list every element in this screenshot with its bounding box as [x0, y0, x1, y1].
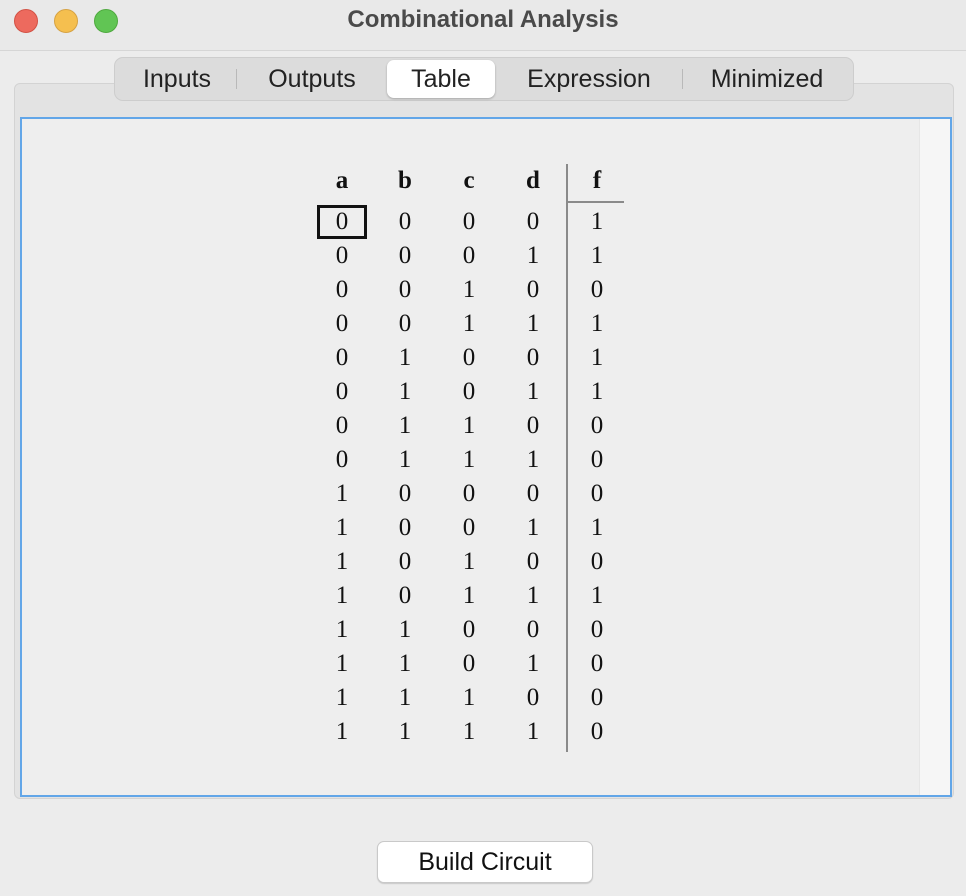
table-cell[interactable]: 0: [572, 715, 622, 749]
table-cell[interactable]: 0: [444, 375, 494, 409]
table-cell[interactable]: 0: [572, 409, 622, 443]
table-cell[interactable]: 1: [317, 511, 367, 545]
table-cell[interactable]: 1: [444, 715, 494, 749]
table-cell[interactable]: 0: [380, 477, 430, 511]
table-cell[interactable]: 0: [444, 205, 494, 239]
table-cell[interactable]: 0: [380, 307, 430, 341]
table-cell[interactable]: 0: [508, 545, 558, 579]
table-cell[interactable]: 0: [572, 545, 622, 579]
build-circuit-button[interactable]: Build Circuit: [377, 841, 593, 883]
column-header-d: d: [526, 167, 540, 194]
table-cell[interactable]: 1: [380, 341, 430, 375]
tab-minimized[interactable]: Minimized: [683, 60, 851, 98]
table-cell[interactable]: 1: [444, 579, 494, 613]
table-cell[interactable]: 0: [444, 613, 494, 647]
table-cell[interactable]: 0: [444, 341, 494, 375]
table-cell[interactable]: 0: [508, 409, 558, 443]
table-cell[interactable]: 0: [572, 613, 622, 647]
table-cell[interactable]: 1: [317, 477, 367, 511]
table-cell[interactable]: 0: [572, 443, 622, 477]
table-cell[interactable]: 1: [380, 443, 430, 477]
table-cell[interactable]: 0: [572, 273, 622, 307]
vertical-scrollbar[interactable]: [919, 119, 950, 795]
table-cell[interactable]: 1: [444, 307, 494, 341]
table-cell[interactable]: 0: [317, 375, 367, 409]
table-cell[interactable]: 0: [380, 205, 430, 239]
table-cell[interactable]: 0: [508, 681, 558, 715]
table-cell[interactable]: 0: [444, 647, 494, 681]
table-cell[interactable]: 1: [317, 681, 367, 715]
truth-table-panel: abcdf00001000110010000111010010101101100…: [20, 117, 952, 797]
column-header-f: f: [592, 167, 602, 194]
table-cell[interactable]: 1: [572, 205, 622, 239]
table-cell[interactable]: 0: [508, 273, 558, 307]
table-cell[interactable]: 1: [508, 647, 558, 681]
input-output-divider: [566, 164, 568, 752]
table-cell[interactable]: 1: [444, 681, 494, 715]
table-cell[interactable]: 0: [380, 273, 430, 307]
tab-inputs[interactable]: Inputs: [117, 60, 237, 98]
table-cell[interactable]: 1: [444, 545, 494, 579]
table-cell[interactable]: 1: [508, 579, 558, 613]
table-cell[interactable]: 1: [572, 511, 622, 545]
title-bar: Combinational Analysis: [0, 0, 966, 51]
table-cell[interactable]: 1: [317, 545, 367, 579]
table-cell[interactable]: 0: [444, 511, 494, 545]
table-cell[interactable]: 0: [317, 205, 367, 239]
table-cell[interactable]: 1: [508, 239, 558, 273]
table-cell[interactable]: 1: [444, 443, 494, 477]
table-cell[interactable]: 1: [444, 409, 494, 443]
column-header-a: a: [335, 167, 349, 194]
tab-bar: Inputs Outputs Table Expression Minimize…: [114, 57, 854, 101]
table-cell[interactable]: 0: [508, 341, 558, 375]
table-cell[interactable]: 0: [317, 307, 367, 341]
window-title: Combinational Analysis: [347, 6, 619, 33]
table-cell[interactable]: 1: [317, 579, 367, 613]
tab-expression[interactable]: Expression: [495, 60, 683, 98]
table-cell[interactable]: 1: [380, 715, 430, 749]
table-cell[interactable]: 0: [444, 477, 494, 511]
table-cell[interactable]: 0: [380, 239, 430, 273]
table-cell[interactable]: 0: [317, 443, 367, 477]
table-cell[interactable]: 1: [508, 715, 558, 749]
table-cell[interactable]: 0: [380, 511, 430, 545]
table-cell[interactable]: 0: [444, 239, 494, 273]
table-cell[interactable]: 0: [508, 477, 558, 511]
table-cell[interactable]: 0: [380, 579, 430, 613]
table-cell[interactable]: 0: [572, 681, 622, 715]
combinational-analysis-window: Combinational Analysis Inputs Outputs Ta…: [0, 0, 966, 896]
table-cell[interactable]: 0: [508, 205, 558, 239]
table-cell[interactable]: 1: [572, 239, 622, 273]
table-cell[interactable]: 0: [317, 409, 367, 443]
table-cell[interactable]: 1: [380, 647, 430, 681]
table-cell[interactable]: 1: [508, 511, 558, 545]
table-cell[interactable]: 1: [380, 681, 430, 715]
table-cell[interactable]: 1: [508, 443, 558, 477]
table-cell[interactable]: 1: [572, 375, 622, 409]
table-cell[interactable]: 1: [444, 273, 494, 307]
table-cell[interactable]: 0: [572, 647, 622, 681]
tab-outputs[interactable]: Outputs: [237, 60, 387, 98]
table-cell[interactable]: 1: [317, 715, 367, 749]
table-cell[interactable]: 1: [317, 613, 367, 647]
table-cell[interactable]: 1: [572, 579, 622, 613]
table-cell[interactable]: 0: [380, 545, 430, 579]
table-cell[interactable]: 1: [508, 375, 558, 409]
column-header-b: b: [398, 167, 412, 194]
output-header-underline: [566, 201, 624, 203]
table-cell[interactable]: 0: [508, 613, 558, 647]
table-cell[interactable]: 1: [572, 341, 622, 375]
table-cell[interactable]: 0: [572, 477, 622, 511]
table-cell[interactable]: 1: [508, 307, 558, 341]
table-cell[interactable]: 0: [317, 273, 367, 307]
column-header-c: c: [463, 167, 475, 194]
table-cell[interactable]: 0: [317, 341, 367, 375]
table-cell[interactable]: 1: [317, 647, 367, 681]
table-cell[interactable]: 1: [380, 409, 430, 443]
table-cell[interactable]: 1: [572, 307, 622, 341]
table-cell[interactable]: 1: [380, 613, 430, 647]
table-cell[interactable]: 1: [380, 375, 430, 409]
tab-table[interactable]: Table: [387, 60, 495, 98]
table-cell[interactable]: 0: [317, 239, 367, 273]
